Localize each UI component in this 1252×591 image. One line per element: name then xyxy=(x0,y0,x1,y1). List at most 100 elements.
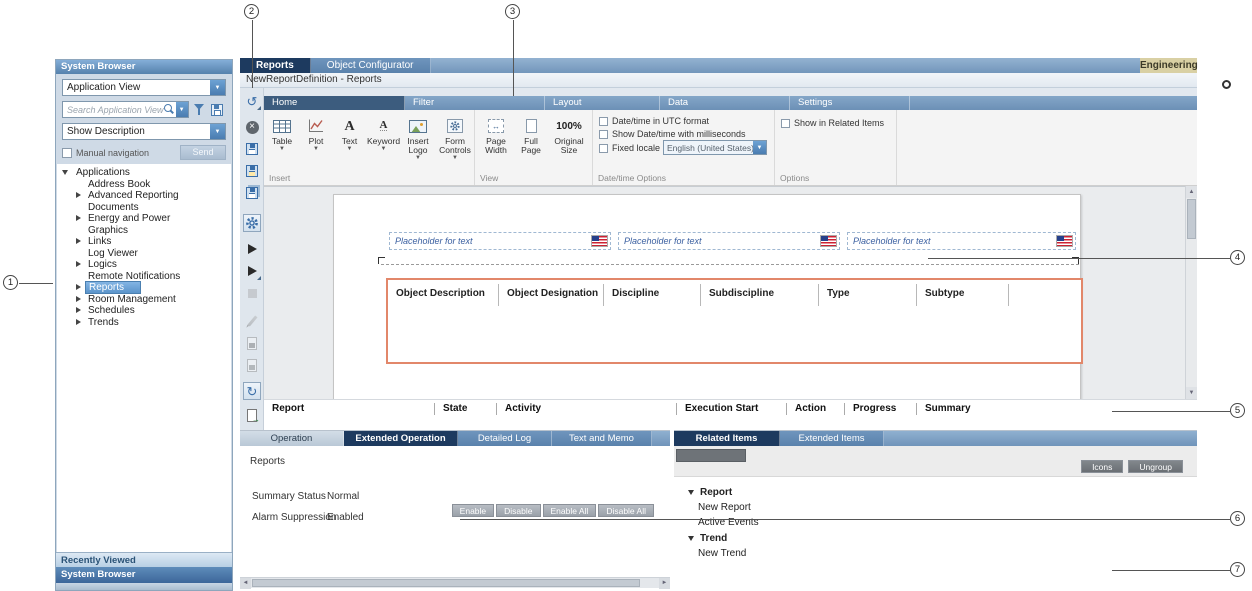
tree-expander-icon[interactable] xyxy=(62,168,71,177)
ribbon-full-page-button[interactable]: Full Page xyxy=(515,115,547,155)
related-items-filter-box[interactable] xyxy=(676,449,746,462)
icons-button[interactable]: Icons xyxy=(1081,460,1123,473)
disable-button[interactable]: Disable xyxy=(496,504,540,517)
tab-text-and-memo[interactable]: Text and Memo xyxy=(552,431,652,446)
selection-handle[interactable] xyxy=(378,257,385,264)
locale-select[interactable]: English (United States) ▼ xyxy=(663,140,767,155)
tab-related-items[interactable]: Related Items xyxy=(674,431,780,446)
search-input[interactable]: Search Application View ▼ xyxy=(62,101,189,118)
disable-all-button[interactable]: Disable All xyxy=(598,504,654,517)
tree-item-applications[interactable]: Applications xyxy=(57,167,231,179)
tree-item-reports[interactable]: Reports xyxy=(57,282,231,294)
scroll-left-icon[interactable]: ◄ xyxy=(240,578,251,589)
ribbon-tab-home[interactable]: Home xyxy=(264,96,405,110)
view-selector[interactable]: Application View ▼ xyxy=(62,79,226,96)
undo-icon[interactable]: ↺ xyxy=(243,92,261,110)
column-header-summary[interactable]: Summary xyxy=(916,403,1006,415)
chevron-down-icon[interactable]: ▼ xyxy=(367,146,400,152)
tree-item-links[interactable]: Links xyxy=(57,236,231,248)
tab-object-configurator[interactable]: Object Configurator xyxy=(311,58,431,73)
column-header-progress[interactable]: Progress xyxy=(844,403,916,415)
tab-extended-operation[interactable]: Extended Operation xyxy=(344,431,458,446)
chevron-down-icon[interactable]: ▼ xyxy=(300,146,332,152)
chevron-down-icon[interactable]: ▼ xyxy=(210,80,225,95)
column-header-state[interactable]: State xyxy=(434,403,496,415)
text-placeholder[interactable]: Placeholder for text xyxy=(389,232,611,250)
ribbon-keyword-button[interactable]: AKeyword▼ xyxy=(367,115,400,152)
enable-all-button[interactable]: Enable All xyxy=(543,504,597,517)
chevron-down-icon[interactable]: ▼ xyxy=(401,155,435,161)
ribbon-insert-logo-button[interactable]: Insert Logo▼ xyxy=(401,115,435,161)
tree-expander-icon[interactable] xyxy=(74,306,83,315)
scroll-up-icon[interactable]: ▲ xyxy=(1186,186,1197,198)
send-button[interactable]: Send xyxy=(180,145,226,160)
tree-item-trends[interactable]: Trends xyxy=(57,317,231,329)
tab-operation[interactable]: Operation xyxy=(240,431,344,446)
scroll-down-icon[interactable]: ▼ xyxy=(1186,387,1197,399)
related-group-report[interactable]: Report xyxy=(674,484,1197,500)
tree-expander-icon[interactable] xyxy=(74,237,83,246)
ungroup-button[interactable]: Ungroup xyxy=(1128,460,1183,473)
ribbon-form-controls-button[interactable]: Form Controls▼ xyxy=(436,115,474,161)
text-placeholder[interactable]: Placeholder for text xyxy=(618,232,840,250)
ribbon-tab-settings[interactable]: Settings xyxy=(790,96,910,110)
canvas-scrollbar[interactable]: ▲ ▼ xyxy=(1185,186,1197,399)
tab-reports[interactable]: Reports xyxy=(240,58,311,73)
ribbon-table-button[interactable]: Table▼ xyxy=(266,115,298,152)
tree-item-documents[interactable]: Documents xyxy=(57,202,231,214)
column-header-activity[interactable]: Activity xyxy=(496,403,676,415)
scroll-right-icon[interactable]: ► xyxy=(659,578,670,589)
run-icon[interactable] xyxy=(243,240,261,258)
ribbon-tab-layout[interactable]: Layout xyxy=(545,96,660,110)
text-placeholder[interactable]: Placeholder for text xyxy=(847,232,1076,250)
refresh-icon[interactable]: ↻ xyxy=(243,382,261,400)
tree-expander-icon[interactable] xyxy=(74,283,83,292)
related-item-new-report[interactable]: New Report xyxy=(674,500,1197,515)
recently-viewed-bar[interactable]: Recently Viewed xyxy=(56,552,232,567)
tree-item-logics[interactable]: Logics xyxy=(57,259,231,271)
tree-expander-icon[interactable] xyxy=(74,295,83,304)
chevron-down-icon[interactable]: ▼ xyxy=(176,102,188,117)
scrollbar-thumb[interactable] xyxy=(252,579,640,587)
show-in-related-checkbox[interactable] xyxy=(781,119,790,128)
tree-expander-icon[interactable] xyxy=(74,191,83,200)
collapse-triangle-icon[interactable] xyxy=(688,536,694,541)
column-header-action[interactable]: Action xyxy=(786,403,844,415)
tree-expander-icon[interactable] xyxy=(74,260,83,269)
tab-extended-items[interactable]: Extended Items xyxy=(780,431,884,446)
milliseconds-checkbox[interactable] xyxy=(599,130,608,139)
chevron-down-icon[interactable]: ▼ xyxy=(436,155,474,161)
related-group-trend[interactable]: Trend xyxy=(674,530,1197,546)
utc-format-checkbox[interactable] xyxy=(599,117,608,126)
breadcrumb[interactable]: NewReportDefinition - Reports xyxy=(246,74,382,85)
save-as-icon[interactable] xyxy=(243,162,261,180)
save-view-icon[interactable] xyxy=(211,104,223,116)
tab-detailed-log[interactable]: Detailed Log xyxy=(458,431,552,446)
scrollbar-thumb[interactable] xyxy=(1187,199,1196,239)
system-browser-bar[interactable]: System Browser xyxy=(56,567,232,583)
tree-item-advanced-reporting[interactable]: Advanced Reporting xyxy=(57,190,231,202)
tree-item-remote-notifications[interactable]: Remote Notifications xyxy=(57,271,231,283)
report-page[interactable]: Placeholder for text Placeholder for text… xyxy=(333,194,1081,399)
tree-expander-icon[interactable] xyxy=(74,318,83,327)
tree-expander-icon[interactable] xyxy=(74,214,83,223)
column-header-execution-start[interactable]: Execution Start xyxy=(676,403,786,415)
ribbon-plot-button[interactable]: Plot▼ xyxy=(300,115,332,152)
ribbon-page-width-button[interactable]: ↔Page Width xyxy=(479,115,513,155)
filter-funnel-icon[interactable] xyxy=(194,103,206,116)
tree-item-log-viewer[interactable]: Log Viewer xyxy=(57,248,231,260)
description-selector[interactable]: Show Description ▼ xyxy=(62,123,226,140)
save-all-icon[interactable] xyxy=(243,184,261,202)
related-item-active-events[interactable]: Active Events xyxy=(674,515,1197,530)
settings-gear-icon[interactable] xyxy=(243,214,261,232)
ribbon-tab-data[interactable]: Data xyxy=(660,96,790,110)
tree-item-schedules[interactable]: Schedules xyxy=(57,305,231,317)
tree-item-address-book[interactable]: Address Book xyxy=(57,179,231,191)
report-table[interactable]: Object DescriptionObject DesignationDisc… xyxy=(386,278,1083,364)
focus-target-icon[interactable] xyxy=(1222,80,1231,89)
operation-scrollbar[interactable]: ◄ ► xyxy=(240,577,670,588)
collapse-triangle-icon[interactable] xyxy=(688,490,694,495)
cancel-icon[interactable]: × xyxy=(243,118,261,136)
save-icon[interactable] xyxy=(243,140,261,158)
ribbon-original-size-button[interactable]: 100%Original Size xyxy=(549,115,589,155)
